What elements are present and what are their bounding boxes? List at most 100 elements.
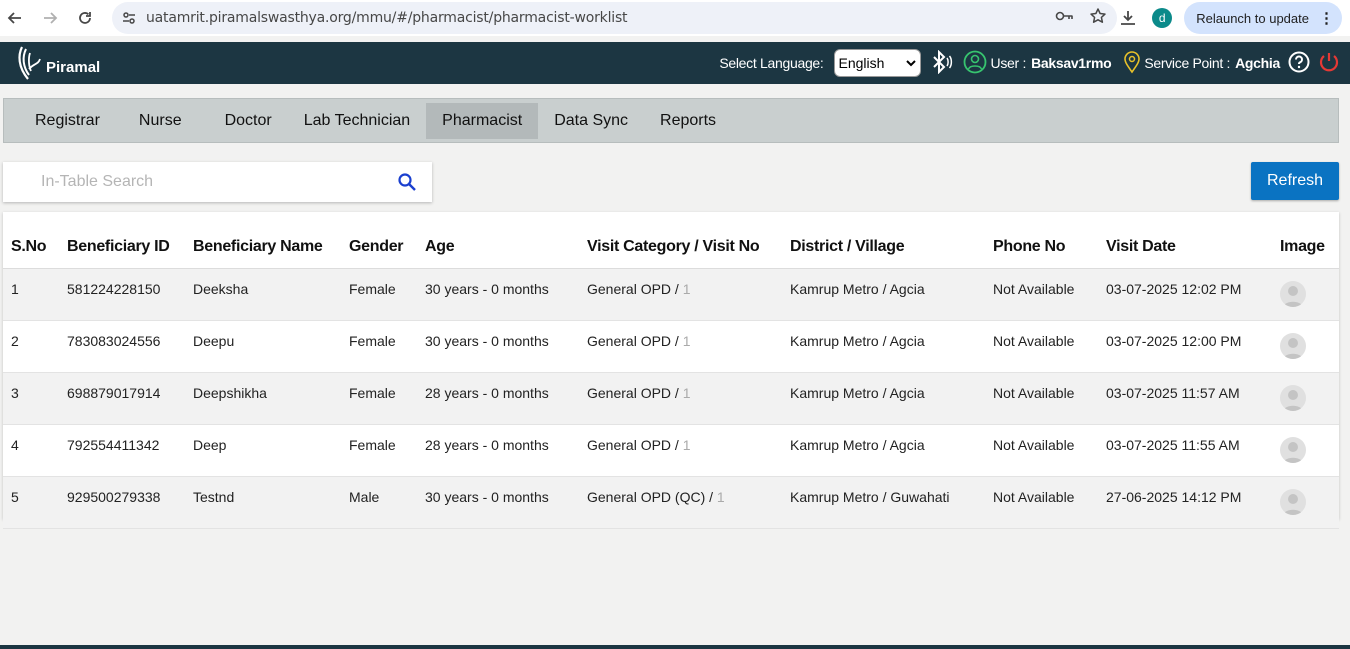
col-beneficiary-id[interactable]: Beneficiary ID xyxy=(67,212,193,269)
browser-toolbar: uatamrit.piramalswasthya.org/mmu/#/pharm… xyxy=(0,0,1350,36)
cell-beneficiary-name: Testnd xyxy=(193,476,349,529)
table-row[interactable]: 1 581224228150 Deeksha Female 30 years -… xyxy=(3,268,1339,321)
visit-category-text: General OPD / xyxy=(587,281,679,297)
tab-pharmacist[interactable]: Pharmacist xyxy=(426,102,539,139)
tab-doctor[interactable]: Doctor xyxy=(209,103,288,139)
cell-beneficiary-name: Deepu xyxy=(193,320,349,373)
visit-no: 1 xyxy=(682,385,691,401)
reload-icon[interactable] xyxy=(70,3,100,33)
tab-nurse[interactable]: Nurse xyxy=(123,103,198,139)
cell-gender: Female xyxy=(349,372,425,425)
relaunch-label: Relaunch to update xyxy=(1196,10,1309,26)
cell-age: 28 years - 0 months xyxy=(425,372,587,425)
refresh-button[interactable]: Refresh xyxy=(1251,162,1339,200)
relaunch-button[interactable]: Relaunch to update ⋮ xyxy=(1184,2,1342,34)
cell-visit-category: General OPD / 1 xyxy=(587,424,790,477)
cell-district-village: Kamrup Metro / Agcia xyxy=(790,320,993,373)
download-icon[interactable] xyxy=(1110,9,1146,27)
avatar-placeholder-icon[interactable] xyxy=(1280,280,1306,307)
col-sno[interactable]: S.No xyxy=(3,212,67,269)
cell-beneficiary-id: 783083024556 xyxy=(67,320,193,373)
search-icon[interactable] xyxy=(397,172,417,197)
cell-sno: 5 xyxy=(3,476,67,529)
cell-age: 30 years - 0 months xyxy=(425,268,587,321)
password-key-icon[interactable] xyxy=(1055,9,1075,28)
power-icon[interactable] xyxy=(1318,51,1340,76)
tab-registrar[interactable]: Registrar xyxy=(19,103,116,139)
visit-category-text: General OPD / xyxy=(587,333,679,349)
avatar-placeholder-icon[interactable] xyxy=(1280,332,1306,359)
cell-gender: Male xyxy=(349,476,425,529)
cell-district-village: Kamrup Metro / Agcia xyxy=(790,268,993,321)
cell-district-village: Kamrup Metro / Agcia xyxy=(790,372,993,425)
avatar-placeholder-icon[interactable] xyxy=(1280,436,1306,463)
col-gender[interactable]: Gender xyxy=(349,212,425,269)
table-header-row: S.No Beneficiary ID Beneficiary Name Gen… xyxy=(3,212,1339,269)
back-icon[interactable] xyxy=(0,3,30,33)
cell-beneficiary-id: 929500279338 xyxy=(67,476,193,529)
col-district-village[interactable]: District / Village xyxy=(790,212,993,269)
cell-phone: Not Available xyxy=(993,320,1106,373)
visit-no: 1 xyxy=(682,333,691,349)
cell-gender: Female xyxy=(349,320,425,373)
language-select[interactable]: English xyxy=(833,49,921,77)
table-row[interactable]: 3 698879017914 Deepshikha Female 28 year… xyxy=(3,372,1339,425)
brand-name: Piramal xyxy=(46,58,101,76)
table-row[interactable]: 5 929500279338 Testnd Male 30 years - 0 … xyxy=(3,476,1339,529)
cell-phone: Not Available xyxy=(993,476,1106,529)
cell-beneficiary-name: Deep xyxy=(193,424,349,477)
pharmacist-worklist-table: S.No Beneficiary ID Beneficiary Name Gen… xyxy=(3,212,1339,529)
tab-data-sync[interactable]: Data Sync xyxy=(538,103,644,139)
role-tabs: Registrar Nurse Doctor Lab Technician Ph… xyxy=(3,98,1339,143)
language-label: Select Language: xyxy=(719,55,824,71)
col-beneficiary-name[interactable]: Beneficiary Name xyxy=(193,212,349,269)
cell-gender: Female xyxy=(349,424,425,477)
table-row[interactable]: 4 792554411342 Deep Female 28 years - 0 … xyxy=(3,424,1339,477)
forward-icon[interactable] xyxy=(35,3,65,33)
search-input[interactable] xyxy=(41,173,381,191)
table-search xyxy=(3,162,432,202)
avatar-placeholder-icon[interactable] xyxy=(1280,488,1306,515)
table-row[interactable]: 2 783083024556 Deepu Female 30 years - 0… xyxy=(3,320,1339,373)
more-vert-icon[interactable]: ⋮ xyxy=(1319,9,1334,27)
cell-beneficiary-name: Deeksha xyxy=(193,268,349,321)
site-settings-icon[interactable] xyxy=(112,10,146,26)
col-phone[interactable]: Phone No xyxy=(993,212,1106,269)
piramal-logo: Piramal xyxy=(16,45,100,81)
cell-beneficiary-name: Deepshikha xyxy=(193,372,349,425)
visit-no: 1 xyxy=(682,437,691,453)
visit-no: 1 xyxy=(682,281,691,297)
tab-reports[interactable]: Reports xyxy=(644,103,732,139)
bluetooth-icon[interactable] xyxy=(931,49,953,77)
location-pin-icon xyxy=(1123,50,1141,77)
cell-sno: 1 xyxy=(3,268,67,321)
avatar-placeholder-icon[interactable] xyxy=(1280,384,1306,411)
cell-age: 28 years - 0 months xyxy=(425,424,587,477)
cell-image xyxy=(1280,372,1339,425)
cell-beneficiary-id: 581224228150 xyxy=(67,268,193,321)
address-bar[interactable]: uatamrit.piramalswasthya.org/mmu/#/pharm… xyxy=(112,2,1117,34)
bookmark-star-icon[interactable] xyxy=(1089,7,1107,30)
cell-gender: Female xyxy=(349,268,425,321)
cell-visit-category: General OPD (QC) / 1 xyxy=(587,476,790,529)
col-visit-category[interactable]: Visit Category / Visit No xyxy=(587,212,790,269)
app-header: Piramal Select Language: English User : … xyxy=(0,42,1350,84)
cell-beneficiary-id: 792554411342 xyxy=(67,424,193,477)
col-age[interactable]: Age xyxy=(425,212,587,269)
col-image: Image xyxy=(1280,212,1339,269)
cell-beneficiary-id: 698879017914 xyxy=(67,372,193,425)
tab-lab-technician[interactable]: Lab Technician xyxy=(288,103,426,139)
profile-avatar[interactable]: d xyxy=(1152,8,1173,28)
visit-category-text: General OPD / xyxy=(587,385,679,401)
help-icon[interactable] xyxy=(1288,51,1310,76)
cell-visit-category: General OPD / 1 xyxy=(587,320,790,373)
footer-bar xyxy=(0,645,1350,649)
cell-visit-date: 03-07-2025 11:55 AM xyxy=(1106,424,1280,477)
cell-image xyxy=(1280,476,1339,529)
cell-image xyxy=(1280,268,1339,321)
col-visit-date[interactable]: Visit Date xyxy=(1106,212,1280,269)
cell-phone: Not Available xyxy=(993,372,1106,425)
user-icon xyxy=(963,50,987,77)
cell-visit-date: 03-07-2025 12:00 PM xyxy=(1106,320,1280,373)
language-value: English xyxy=(838,55,885,71)
